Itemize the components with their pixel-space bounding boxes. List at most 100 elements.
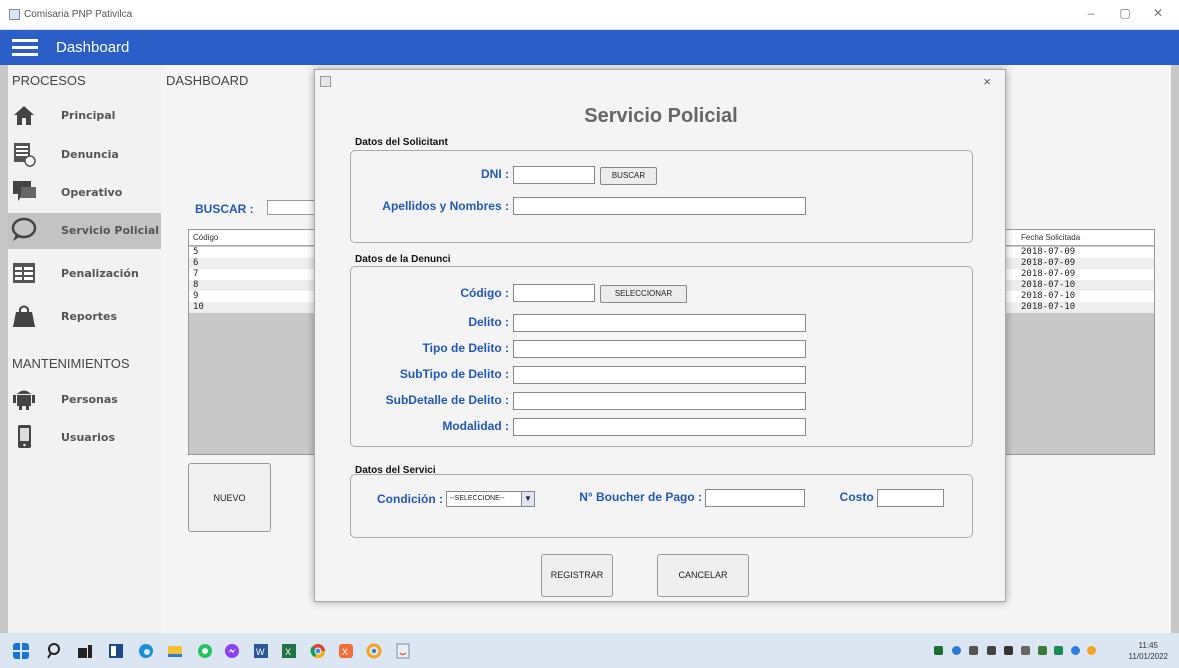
column-header-codigo[interactable]: Código — [193, 233, 218, 242]
display-icon[interactable] — [987, 646, 996, 655]
cancel-button[interactable]: CANCELAR — [657, 554, 749, 597]
name-input[interactable] — [513, 197, 806, 215]
new-button[interactable]: NUEVO — [188, 463, 271, 532]
widgets-icon[interactable] — [108, 643, 124, 659]
search-icon[interactable] — [47, 643, 63, 659]
chrome-icon[interactable] — [310, 643, 326, 659]
delito-input[interactable] — [513, 314, 806, 332]
app-header: Dashboard — [0, 30, 1179, 65]
condicion-label: Condición : — [377, 492, 443, 506]
subtipo-delito-label: SubTipo de Delito : — [399, 367, 509, 381]
sidebar-item-servicio-policial[interactable]: Servicio Policial — [8, 213, 161, 249]
word-icon[interactable]: W — [253, 643, 269, 659]
excel-icon[interactable]: X — [281, 643, 297, 659]
sidebar-item-label: Personas — [61, 393, 118, 406]
delito-label: Delito : — [468, 315, 509, 329]
modalidad-label: Modalidad : — [442, 419, 509, 433]
search-input[interactable] — [267, 200, 317, 215]
network-icon[interactable] — [1021, 646, 1030, 655]
dni-input[interactable] — [513, 166, 595, 184]
select-denuncia-button[interactable]: SELECCIONAR — [600, 285, 687, 303]
sidebar-item-reportes[interactable]: Reportes — [8, 299, 161, 335]
cell-codigo: 9 — [193, 291, 199, 301]
cell-fecha: 2018-07-09 — [1021, 247, 1076, 257]
subdetalle-delito-input[interactable] — [513, 392, 806, 410]
tray-chrome-icon[interactable] — [1071, 646, 1080, 655]
sidebar-item-label: Penalización — [61, 267, 139, 280]
volume-icon[interactable] — [969, 646, 978, 655]
close-window-button[interactable]: ✕ — [1148, 6, 1168, 20]
xampp-icon[interactable]: X — [338, 643, 354, 659]
sidebar-item-penalizacion[interactable]: Penalización — [8, 256, 161, 292]
svg-text:X: X — [342, 647, 348, 657]
table-icon — [13, 263, 35, 283]
sidebar-item-label: Usuarios — [61, 431, 116, 444]
tipo-delito-label: Tipo de Delito : — [422, 341, 509, 355]
sidebar-item-label: Denuncia — [61, 148, 119, 161]
speech-bubble-icon — [11, 217, 37, 241]
search-label: BUSCAR : — [195, 202, 254, 216]
subtipo-delito-input[interactable] — [513, 366, 806, 384]
dev-tool-icon[interactable] — [366, 643, 382, 659]
taskbar-clock[interactable]: 11:45 11/01/2022 — [1129, 640, 1168, 662]
boucher-label: N° Boucher de Pago : — [579, 490, 702, 504]
sidebar-item-label: Servicio Policial — [61, 224, 160, 237]
battery-icon[interactable] — [1004, 646, 1013, 655]
tray-security-icon[interactable] — [1054, 646, 1063, 655]
tray-app-icon[interactable] — [934, 646, 943, 655]
group-title-denuncia: Datos de la Denunci — [355, 254, 451, 265]
window-titlebar: Comisaria PNP Pativilca – ▢ ✕ — [0, 0, 1179, 30]
sidebar-item-personas[interactable]: Personas — [8, 382, 161, 418]
column-header-fecha[interactable]: Fecha Solicitada — [1021, 233, 1080, 242]
file-explorer-icon[interactable] — [167, 643, 183, 659]
codigo-input[interactable] — [513, 284, 595, 302]
costo-input[interactable] — [877, 489, 944, 507]
whatsapp-icon[interactable] — [197, 643, 213, 659]
window-title: Comisaria PNP Pativilca — [24, 9, 133, 20]
condicion-select[interactable]: --SELECCIONE-- ▼ — [446, 491, 535, 507]
cell-fecha: 2018-07-09 — [1021, 258, 1076, 268]
name-label: Apellidos y Nombres : — [382, 199, 509, 213]
cell-codigo: 6 — [193, 258, 199, 268]
hamburger-menu-icon[interactable] — [12, 39, 38, 56]
svg-text:X: X — [285, 647, 291, 657]
tray-sync-icon[interactable] — [1038, 646, 1047, 655]
tray-warning-icon[interactable] — [1087, 646, 1096, 655]
costo-label: Costo : — [839, 490, 881, 504]
bag-icon — [13, 305, 35, 327]
onedrive-icon[interactable] — [952, 646, 961, 655]
sidebar-item-principal[interactable]: Principal — [8, 98, 161, 134]
android-icon — [13, 390, 35, 410]
task-view-icon[interactable] — [77, 643, 93, 659]
sidebar-item-label: Principal — [61, 109, 116, 122]
windows-start-icon[interactable] — [13, 643, 29, 659]
search-dni-button[interactable]: BUSCAR — [600, 167, 657, 185]
messenger-icon[interactable] — [224, 643, 240, 659]
sidebar-item-label: Reportes — [61, 310, 118, 323]
section-procesos: PROCESOS — [12, 73, 86, 88]
dialog-close-button[interactable]: × — [983, 74, 991, 89]
edge-icon[interactable] — [138, 643, 154, 659]
cell-codigo: 5 — [193, 247, 199, 257]
document-clock-icon — [14, 143, 36, 167]
windows-taskbar: W X X 11:45 11/01/2022 — [0, 633, 1179, 668]
modalidad-input[interactable] — [513, 418, 806, 436]
sidebar-item-operativo[interactable]: Operativo — [8, 175, 161, 211]
cell-codigo: 10 — [193, 302, 204, 312]
restore-button[interactable]: ▢ — [1115, 6, 1135, 20]
chat-icon — [13, 181, 36, 201]
minimize-button[interactable]: – — [1081, 6, 1101, 20]
java-app-taskbar-icon[interactable] — [395, 643, 411, 659]
dni-label: DNI : — [481, 167, 509, 181]
java-app-icon — [320, 76, 331, 87]
sidebar-item-usuarios[interactable]: Usuarios — [8, 420, 161, 456]
boucher-input[interactable] — [705, 489, 805, 507]
cell-fecha: 2018-07-10 — [1021, 302, 1076, 312]
sidebar-item-denuncia[interactable]: Denuncia — [8, 137, 161, 173]
cell-fecha: 2018-07-10 — [1021, 280, 1076, 290]
subdetalle-delito-label: SubDetalle de Delito : — [385, 393, 509, 407]
phone-icon — [18, 425, 31, 448]
tipo-delito-input[interactable] — [513, 340, 806, 358]
clock-time: 11:45 — [1138, 641, 1158, 650]
register-button[interactable]: REGISTRAR — [541, 554, 613, 597]
